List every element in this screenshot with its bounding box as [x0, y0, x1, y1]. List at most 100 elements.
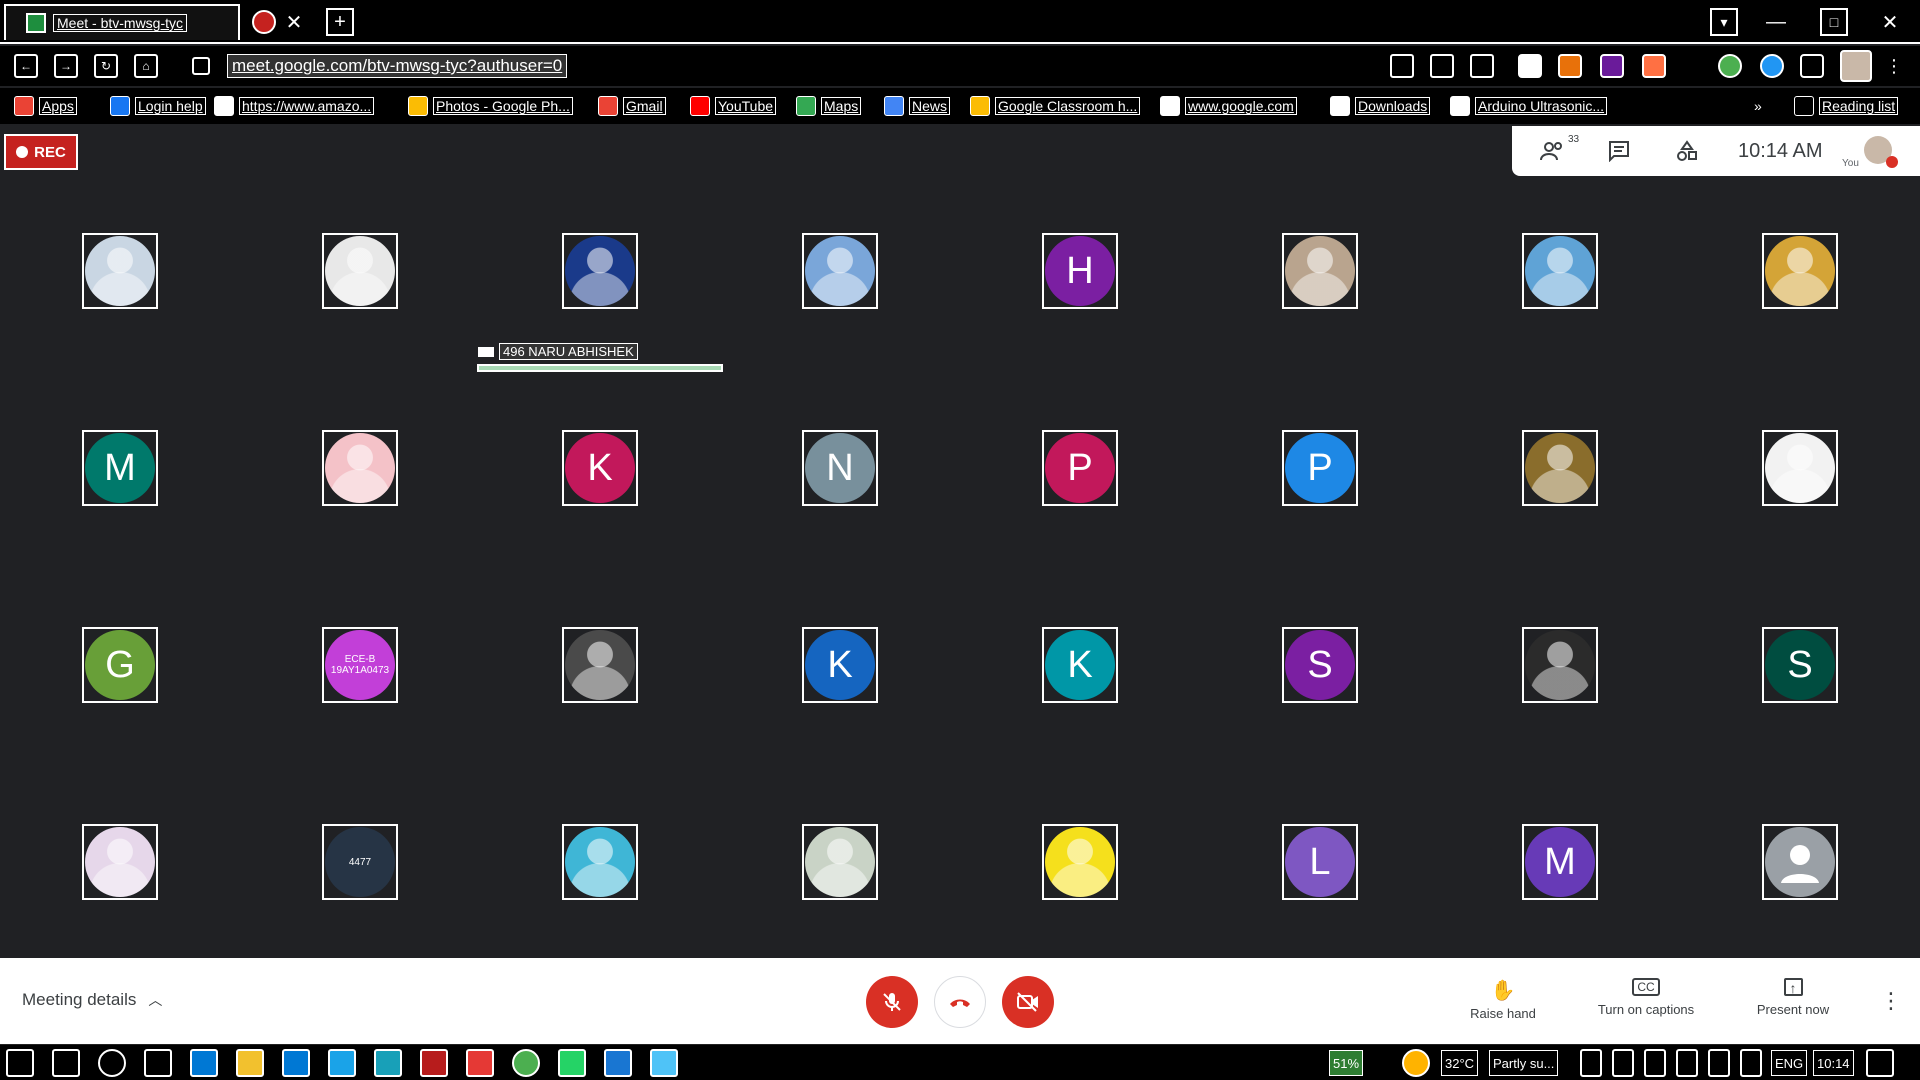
battery-indicator[interactable]: 51% [1328, 1050, 1364, 1076]
taskbar-app-icon[interactable] [144, 1049, 172, 1077]
participant-tile[interactable]: S [1200, 572, 1440, 769]
extension-icon[interactable] [1558, 54, 1582, 78]
volume-icon[interactable] [1708, 1049, 1730, 1077]
participant-tile[interactable] [1440, 178, 1680, 375]
participant-tile[interactable]: P [960, 375, 1200, 572]
start-icon[interactable] [6, 1049, 34, 1077]
captions-button[interactable]: CC Turn on captions [1586, 978, 1706, 1017]
participant-tile[interactable] [960, 769, 1200, 966]
photos-icon[interactable] [604, 1049, 632, 1077]
bookmark-item[interactable]: News [884, 94, 951, 118]
home-icon[interactable]: ⌂ [134, 54, 158, 78]
more-bookmarks-icon[interactable]: » [1754, 94, 1762, 118]
meeting-details-button[interactable]: Meeting details ︿ [22, 990, 162, 1010]
extension-icon[interactable] [1760, 54, 1784, 78]
extension-icon[interactable] [1718, 54, 1742, 78]
participant-tile[interactable] [1680, 375, 1920, 572]
browser-menu-icon[interactable]: ⋮ [1882, 54, 1906, 78]
participant-tile[interactable]: K [480, 375, 720, 572]
back-icon[interactable]: ← [14, 54, 38, 78]
search-icon[interactable] [52, 1049, 80, 1077]
taskbar-clock[interactable]: 10:14 [1813, 1050, 1854, 1076]
participant-tile[interactable]: M [0, 375, 240, 572]
participant-tile[interactable]: G [0, 572, 240, 769]
tab-search-icon[interactable]: ▾ [1710, 8, 1738, 36]
participant-tile[interactable] [1680, 769, 1920, 966]
chrome-icon[interactable] [512, 1049, 540, 1077]
language-indicator[interactable]: ENG [1770, 1050, 1808, 1076]
bookmark-item[interactable]: Downloads [1330, 94, 1431, 118]
mail-icon[interactable] [282, 1049, 310, 1077]
leave-call-button[interactable] [934, 976, 986, 1028]
site-info-icon[interactable] [192, 57, 210, 75]
taskbar-app-icon[interactable] [328, 1049, 356, 1077]
address-bar[interactable]: meet.google.com/btv-mwsg-tyc?authuser=0 [178, 52, 1398, 80]
participant-tile[interactable]: K [720, 572, 960, 769]
profile-avatar[interactable] [1840, 50, 1872, 82]
zoom-icon[interactable] [1430, 54, 1454, 78]
activities-icon[interactable] [1672, 136, 1702, 166]
whatsapp-icon[interactable] [558, 1049, 586, 1077]
bookmark-item[interactable]: www.google.com [1160, 94, 1297, 118]
bookmark-item[interactable]: Photos - Google Ph... [408, 94, 573, 118]
participant-tile[interactable] [480, 572, 720, 769]
participant-tile[interactable] [1440, 375, 1680, 572]
bookmark-item[interactable]: Maps [796, 94, 862, 118]
participant-tile[interactable] [1200, 178, 1440, 375]
extension-icon[interactable] [1518, 54, 1542, 78]
tab-close-icon[interactable]: ✕ [280, 8, 308, 36]
participant-tile[interactable] [1680, 178, 1920, 375]
reload-icon[interactable]: ↻ [94, 54, 118, 78]
window-close-icon[interactable]: ✕ [1876, 8, 1904, 36]
chat-icon[interactable] [1604, 136, 1634, 166]
bookmark-item[interactable]: https://www.amazo... [214, 94, 375, 118]
bookmark-item[interactable]: Login help [110, 94, 206, 118]
bookmark-item[interactable]: Apps [14, 94, 77, 118]
participant-tile[interactable]: L [1200, 769, 1440, 966]
participant-tile[interactable]: S [1680, 572, 1920, 769]
participant-tile[interactable]: H [960, 178, 1200, 375]
participant-tile[interactable] [1440, 572, 1680, 769]
bookmark-item[interactable]: Arduino Ultrasonic... [1450, 94, 1608, 118]
bookmark-item[interactable]: Google Classroom h... [970, 94, 1141, 118]
bookmark-item[interactable]: YouTube [690, 94, 777, 118]
participant-tile[interactable]: P [1200, 375, 1440, 572]
tray-icon[interactable] [1612, 1049, 1634, 1077]
more-options-icon[interactable]: ⋮ [1880, 988, 1902, 1014]
participant-tile[interactable]: M [1440, 769, 1680, 966]
extension-icon[interactable] [1600, 54, 1624, 78]
network-icon[interactable] [1580, 1049, 1602, 1077]
participant-tile[interactable] [480, 769, 720, 966]
bookmark-item[interactable]: Gmail [598, 94, 666, 118]
participant-tile[interactable] [720, 769, 960, 966]
participant-tile[interactable]: N [720, 375, 960, 572]
participant-tile[interactable]: K [960, 572, 1200, 769]
forward-icon[interactable]: → [54, 54, 78, 78]
raise-hand-button[interactable]: ✋ Raise hand [1443, 978, 1563, 1021]
share-icon[interactable] [1470, 54, 1494, 78]
weather-icon[interactable] [1402, 1049, 1430, 1077]
participant-tile[interactable] [0, 178, 240, 375]
extensions-puzzle-icon[interactable] [1800, 54, 1824, 78]
participant-tile[interactable] [0, 769, 240, 966]
taskbar-app-icon[interactable] [374, 1049, 402, 1077]
participant-tile[interactable]: 4477 [240, 769, 480, 966]
tab-meet[interactable]: Meet - btv-mwsg-tyc [4, 4, 240, 40]
reading-list-button[interactable]: Reading list [1794, 94, 1899, 118]
extension-icon[interactable] [1642, 54, 1666, 78]
taskbar-app-icon[interactable] [466, 1049, 494, 1077]
taskbar-app-icon[interactable] [650, 1049, 678, 1077]
cast-icon[interactable] [1390, 54, 1414, 78]
participant-tile[interactable] [240, 375, 480, 572]
microphone-off-button[interactable] [866, 976, 918, 1028]
participant-tile[interactable]: ECE-B 19AY1A0473 [240, 572, 480, 769]
taskbar-app-icon[interactable] [420, 1049, 448, 1077]
weather-text[interactable]: Partly su... [1488, 1050, 1559, 1076]
present-now-button[interactable]: ↑ Present now [1733, 978, 1853, 1017]
tray-icon[interactable] [1644, 1049, 1666, 1077]
camera-off-button[interactable] [1002, 976, 1054, 1028]
wifi-icon[interactable] [1740, 1049, 1762, 1077]
notifications-icon[interactable] [1866, 1049, 1894, 1077]
participant-tile[interactable] [240, 178, 480, 375]
battery-icon[interactable] [1676, 1049, 1698, 1077]
